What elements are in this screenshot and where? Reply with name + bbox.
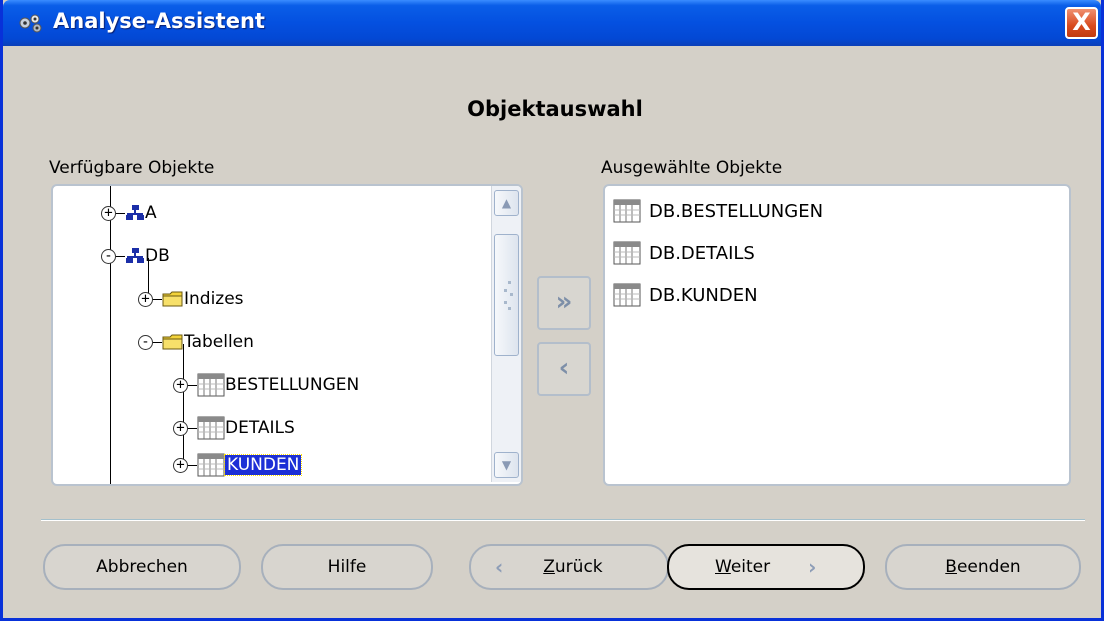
expand-icon[interactable]: +	[173, 420, 188, 436]
table-icon	[197, 453, 225, 477]
selected-objects-list[interactable]: DB.BESTELLUNGEN DB.DETAILS DB.KUNDEN	[603, 184, 1071, 486]
finish-button[interactable]: Beenden	[885, 544, 1081, 590]
close-button[interactable]: X	[1065, 7, 1098, 39]
chevron-left-icon: ‹	[495, 555, 504, 579]
tree-node-label-selected: KUNDEN	[223, 454, 303, 476]
page-heading: Objektauswahl	[467, 97, 643, 121]
folder-icon	[162, 291, 183, 307]
collapse-icon[interactable]: -	[101, 248, 116, 264]
tree-node-tabellen[interactable]: - Tabellen	[138, 327, 254, 357]
tree-node-label: BESTELLUNGEN	[225, 375, 360, 395]
tree-node-label: Tabellen	[184, 332, 254, 352]
folder-icon	[162, 334, 183, 350]
tree-node-kunden[interactable]: + KUNDEN	[173, 450, 303, 480]
tree-node-details[interactable]: + DETAILS	[173, 413, 295, 443]
table-icon	[197, 373, 225, 397]
back-button[interactable]: ‹ Zurück	[469, 544, 669, 590]
chevron-right-icon: »	[555, 287, 573, 317]
table-icon	[613, 241, 641, 265]
table-icon	[197, 416, 225, 440]
finish-button-label: Beenden	[945, 557, 1021, 577]
list-item[interactable]: DB.DETAILS	[613, 236, 755, 270]
next-button-label: Weiter	[715, 557, 771, 577]
vertical-scrollbar[interactable]: ▲ ▼	[491, 186, 521, 482]
tree-node-a[interactable]: + A	[101, 198, 157, 228]
help-button-label: Hilfe	[327, 557, 367, 577]
tree-node-db[interactable]: - DB	[101, 241, 170, 271]
next-button[interactable]: Weiter ›	[667, 544, 865, 590]
list-item[interactable]: DB.KUNDEN	[613, 278, 758, 312]
list-item-label: DB.KUNDEN	[649, 284, 758, 306]
collapse-icon[interactable]: -	[138, 334, 153, 350]
scroll-down-button[interactable]: ▼	[494, 452, 519, 478]
wizard-icon	[19, 14, 42, 33]
window-title: Analyse-Assistent	[53, 9, 265, 33]
title-bar[interactable]: Analyse-Assistent X	[3, 0, 1101, 46]
tree-node-indizes[interactable]: + Indizes	[138, 284, 244, 314]
separator	[41, 519, 1085, 521]
dialog-window: Analyse-Assistent X Objektauswahl Verfüg…	[0, 0, 1104, 621]
tree-node-bestellungen[interactable]: + BESTELLUNGEN	[173, 370, 359, 400]
selected-objects-label: Ausgewählte Objekte	[601, 158, 783, 178]
available-objects-label: Verfügbare Objekte	[49, 158, 215, 178]
tree-node-label: Indizes	[184, 289, 244, 309]
back-button-label: Zurück	[543, 557, 603, 577]
cancel-button-label: Abbrechen	[96, 557, 188, 577]
scroll-up-button[interactable]: ▲	[494, 190, 519, 216]
schema-icon	[126, 248, 144, 263]
chevron-right-icon: ›	[808, 555, 817, 579]
remove-selected-button[interactable]: ‹	[537, 342, 591, 396]
expand-icon[interactable]: +	[138, 291, 153, 307]
help-button[interactable]: Hilfe	[261, 544, 433, 590]
chevron-left-icon: ‹	[558, 353, 570, 383]
list-item[interactable]: DB.BESTELLUNGEN	[613, 194, 823, 228]
cancel-button[interactable]: Abbrechen	[43, 544, 241, 590]
expand-icon[interactable]: +	[101, 205, 116, 221]
schema-icon	[126, 205, 144, 220]
add-selected-button[interactable]: »	[537, 276, 591, 330]
tree-view: + A - DB + Indizes - Tabellen + BESTELLU…	[53, 186, 489, 484]
tree-node-label: A	[145, 203, 157, 223]
expand-icon[interactable]: +	[173, 377, 188, 393]
tree-node-label: DB	[145, 246, 170, 266]
table-icon	[613, 283, 641, 307]
list-item-label: DB.DETAILS	[649, 242, 755, 264]
expand-icon[interactable]: +	[173, 457, 188, 473]
close-icon: X	[1072, 8, 1091, 36]
available-objects-tree[interactable]: + A - DB + Indizes - Tabellen + BESTELLU…	[51, 184, 523, 486]
scroll-thumb[interactable]	[494, 234, 519, 356]
table-icon	[613, 199, 641, 223]
list-item-label: DB.BESTELLUNGEN	[649, 200, 824, 222]
tree-node-label: DETAILS	[225, 418, 295, 438]
